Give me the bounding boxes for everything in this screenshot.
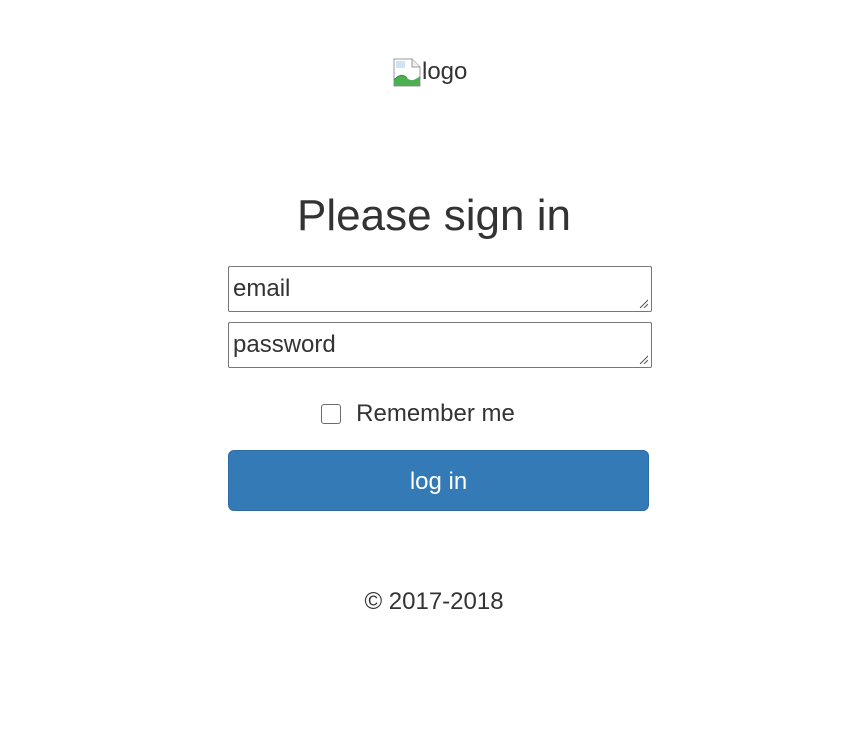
- copyright-footer: © 2017-2018: [364, 588, 504, 615]
- login-page: logo Please sign in Remember me log in ©…: [0, 0, 868, 747]
- remember-me-label[interactable]: Remember me: [356, 399, 515, 429]
- password-field[interactable]: [228, 322, 652, 368]
- broken-image-icon: [393, 58, 422, 87]
- email-field[interactable]: [228, 266, 652, 312]
- logo: logo: [393, 57, 467, 87]
- login-button[interactable]: log in: [228, 450, 649, 511]
- remember-me-row: Remember me: [0, 398, 868, 430]
- remember-me-checkbox[interactable]: [321, 404, 342, 424]
- page-title: Please sign in: [297, 191, 571, 240]
- logo-alt-text: logo: [422, 58, 468, 85]
